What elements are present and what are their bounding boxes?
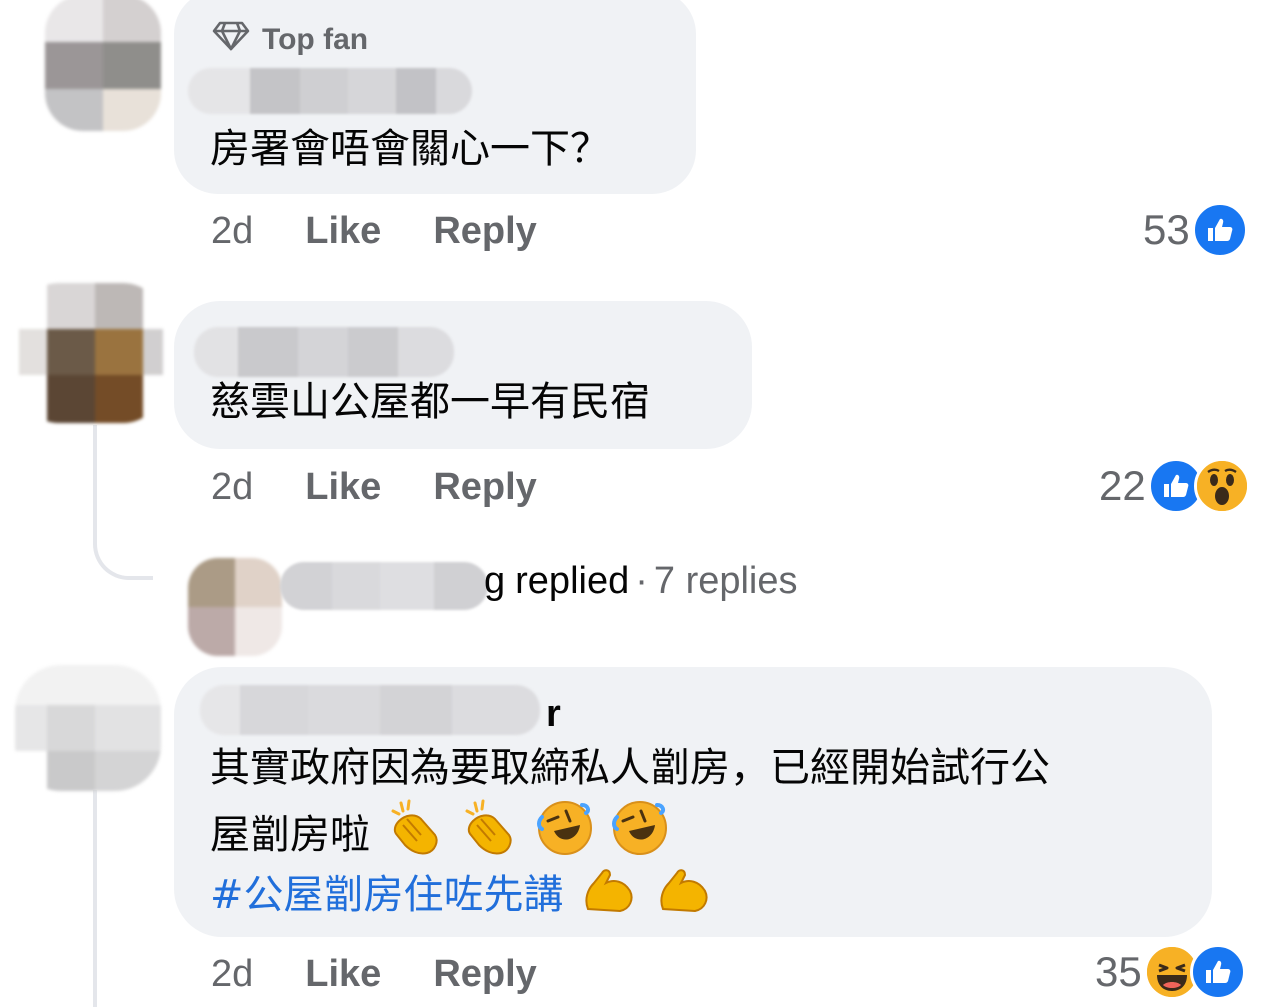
author-name-redacted[interactable]	[188, 68, 472, 114]
diamond-icon	[212, 20, 250, 60]
reaction-summary[interactable]: 53	[1143, 202, 1248, 258]
reaction-count: 22	[1099, 462, 1146, 509]
comment-time[interactable]: 2d	[211, 953, 253, 996]
author-name-suffix: r	[546, 693, 561, 735]
reply-count: 7 replies	[653, 560, 798, 602]
avatar[interactable]	[15, 665, 161, 791]
flexed-biceps-icon	[580, 859, 638, 935]
top-fan-badge: Top fan	[212, 20, 368, 60]
comment-bubble: r 其實政府因為要取締私人劏房，已經開始試行公 屋劏房啦 #公屋劏房住咗先講	[174, 667, 1212, 937]
comment-actions: 2d Like Reply	[211, 210, 537, 253]
badge-label: Top fan	[262, 23, 369, 56]
comment-text-line: #公屋劏房住咗先講	[210, 859, 713, 935]
view-replies-link[interactable]: g replied · 7 replies	[484, 560, 798, 603]
like-button[interactable]: Like	[305, 210, 381, 253]
like-reaction-icon	[1189, 944, 1246, 1000]
reply-author-redacted[interactable]	[280, 562, 488, 610]
replied-label: replied	[515, 560, 630, 602]
thread-line	[93, 790, 97, 1007]
like-reaction-icon	[1191, 202, 1248, 258]
comment-time[interactable]: 2d	[211, 466, 253, 509]
author-name-redacted[interactable]	[194, 327, 454, 377]
comment-text-line: 其實政府因為要取締私人劏房，已經開始試行公	[210, 745, 1050, 791]
reply-author-suffix: g	[484, 560, 506, 602]
wow-reaction-icon	[1193, 458, 1250, 514]
reply-avatar[interactable]	[188, 558, 282, 656]
like-button[interactable]: Like	[305, 953, 381, 996]
comment-bubble: 慈雲山公屋都一早有民宿	[174, 301, 752, 449]
reply-button[interactable]: Reply	[433, 466, 536, 509]
hashtag-link[interactable]: #公屋劏房住咗先講	[210, 872, 564, 918]
reaction-summary[interactable]: 22	[1099, 458, 1250, 514]
comment-text: 房署會唔會關心一下？	[210, 126, 610, 172]
reply-button[interactable]: Reply	[433, 210, 536, 253]
separator: ·	[635, 560, 648, 602]
comment-bubble: Top fan 房署會唔會關心一下？	[174, 0, 696, 194]
avatar[interactable]	[45, 0, 161, 131]
reaction-count: 53	[1143, 206, 1190, 253]
reply-button[interactable]: Reply	[433, 953, 536, 996]
avatar[interactable]	[19, 283, 163, 423]
thread-curve	[93, 500, 153, 580]
like-button[interactable]: Like	[305, 466, 381, 509]
reaction-count: 35	[1095, 948, 1142, 995]
comment-text: 慈雲山公屋都一早有民宿	[210, 379, 650, 425]
reaction-summary[interactable]: 35	[1095, 944, 1246, 1000]
author-name-redacted[interactable]	[200, 685, 540, 735]
comment-actions: 2d Like Reply	[211, 953, 537, 996]
comment-text-fragment: 屋劏房啦	[210, 812, 370, 858]
flexed-biceps-icon	[655, 859, 713, 935]
comment-time[interactable]: 2d	[211, 210, 253, 253]
comment-actions: 2d Like Reply	[211, 466, 537, 509]
